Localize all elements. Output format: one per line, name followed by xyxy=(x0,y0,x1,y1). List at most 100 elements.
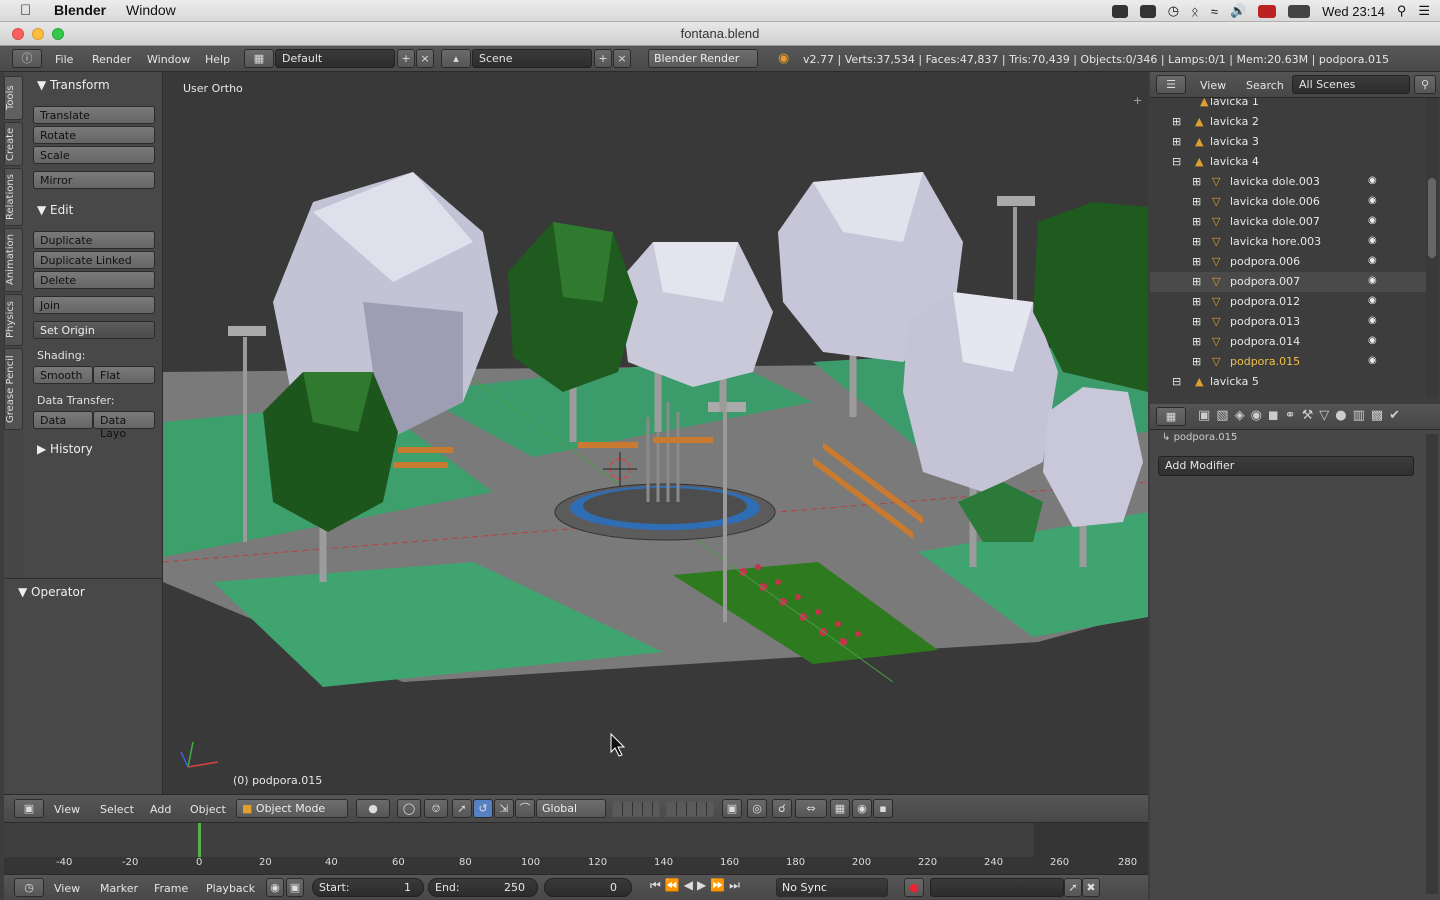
translate-button[interactable]: Translate xyxy=(33,106,155,124)
rotate-manip-icon[interactable]: ↺ xyxy=(473,799,493,818)
wifi-icon[interactable]: ≈ xyxy=(1211,4,1218,19)
properties-editor-icon[interactable]: ▦ xyxy=(1156,407,1186,426)
timeline-menu-marker[interactable]: Marker xyxy=(100,882,138,895)
current-frame-marker[interactable] xyxy=(198,823,201,857)
menu-help[interactable]: Help xyxy=(205,53,230,66)
visibility-eye-icon[interactable]: ◉ xyxy=(1368,295,1377,306)
outliner-row[interactable]: ⊞ ▽ podpora.006 ◉ xyxy=(1150,252,1426,272)
manipulator-icon[interactable]: ⎊ xyxy=(424,799,448,818)
visibility-eye-icon[interactable]: ◉ xyxy=(1368,175,1377,186)
set-origin-select[interactable]: Set Origin xyxy=(33,321,155,339)
scene-render[interactable] xyxy=(163,72,1148,794)
visibility-eye-icon[interactable]: ◉ xyxy=(1368,255,1377,266)
outliner-row[interactable]: ⊞ ▽ podpora.007 ◉ xyxy=(1150,272,1426,292)
current-frame-field[interactable]: 0 xyxy=(544,878,632,897)
timeline-menu-playback[interactable]: Playback xyxy=(206,882,255,895)
outliner-menu-view[interactable]: View xyxy=(1200,79,1226,92)
visibility-eye-icon[interactable]: ◉ xyxy=(1368,235,1377,246)
scale-button[interactable]: Scale xyxy=(33,146,155,164)
outliner-rows[interactable]: ▲ lavicka 1 ⊞ ▲ lavicka 2 ⊞ ▲ lavicka 3 ⊟ ▲ lav… xyxy=(1150,98,1440,400)
time-machine-icon[interactable]: ◷ xyxy=(1168,3,1179,19)
timeline-ruler[interactable] xyxy=(4,857,1148,875)
object-menu[interactable]: Object xyxy=(190,803,226,816)
render-anim-icon[interactable]: ▪ xyxy=(873,799,893,818)
end-frame-field[interactable]: End: 250 xyxy=(428,878,538,897)
keying-icon[interactable]: ◉ xyxy=(266,878,284,897)
tab-create[interactable]: Create xyxy=(4,122,23,166)
arc-icon[interactable]: ⌒ xyxy=(515,799,535,818)
flat-button[interactable]: Flat xyxy=(93,366,155,384)
join-button[interactable]: Join xyxy=(33,296,155,314)
transform-panel-header[interactable]: ▼ Transform xyxy=(37,78,110,92)
outliner-scrollbar[interactable] xyxy=(1426,98,1438,398)
outliner-row[interactable]: ⊞ ▽ lavicka dole.003 ◉ xyxy=(1150,172,1426,192)
smooth-button[interactable]: Smooth xyxy=(33,366,93,384)
viewport-shading-icon[interactable]: ● xyxy=(356,799,390,818)
snap-icon[interactable]: ☌ xyxy=(772,799,792,818)
menu-window[interactable]: Window xyxy=(147,53,190,66)
outliner-filter-select[interactable]: All Scenes xyxy=(1292,75,1410,94)
add-layout-icon[interactable]: + xyxy=(397,49,415,68)
scrollbar-thumb[interactable] xyxy=(1428,178,1436,258)
notification-icon[interactable]: ☰ xyxy=(1418,3,1430,19)
lock-layer-icon[interactable]: ▣ xyxy=(722,799,742,818)
menu-file[interactable]: File xyxy=(55,53,73,66)
menu-render[interactable]: Render xyxy=(92,53,131,66)
translate-manip-icon[interactable]: ➚ xyxy=(452,799,472,818)
duplicate-linked-button[interactable]: Duplicate Linked xyxy=(33,251,155,269)
layers-grid-2[interactable] xyxy=(666,801,714,817)
layers-grid-1[interactable] xyxy=(612,801,660,817)
bluetooth-icon[interactable]: ᛟ xyxy=(1191,4,1199,19)
add-modifier-select[interactable]: Add Modifier xyxy=(1158,456,1414,476)
outliner-menu-search[interactable]: Search xyxy=(1246,79,1284,92)
select-menu[interactable]: Select xyxy=(100,803,134,816)
viewport-plus-icon[interactable]: + xyxy=(1133,94,1142,107)
outliner-row[interactable]: ⊞ ▲ lavicka 3 xyxy=(1150,132,1426,152)
timeline[interactable]: -40 -20 0 20 40 60 80 100 120 140 160 18… xyxy=(4,822,1148,875)
timeline-menu-view[interactable]: View xyxy=(54,882,80,895)
window-menu[interactable]: Window xyxy=(126,2,176,18)
outliner-row[interactable]: ⊞ ▽ lavicka dole.007 ◉ xyxy=(1150,212,1426,232)
keying-set-field[interactable] xyxy=(930,878,1064,897)
visibility-eye-icon[interactable]: ◉ xyxy=(1368,315,1377,326)
layout-icon[interactable]: ▦ xyxy=(244,49,274,68)
apple-icon[interactable]:  xyxy=(20,2,31,19)
record-icon[interactable]: ● xyxy=(904,878,924,897)
delete-key-icon[interactable]: ✖ xyxy=(1082,878,1100,897)
delete-button[interactable]: Delete xyxy=(33,271,155,289)
add-scene-icon[interactable]: + xyxy=(594,49,612,68)
visibility-eye-icon[interactable]: ◉ xyxy=(1368,335,1377,346)
property-context-icons[interactable]: ▣▧◈◉◼⚭⚒▽●▥▩✔ xyxy=(1198,408,1406,423)
scene-field[interactable]: Scene xyxy=(472,49,592,68)
visibility-eye-icon[interactable]: ◉ xyxy=(1368,275,1377,286)
clock[interactable]: Wed 23:14 xyxy=(1322,4,1385,19)
lock-icon[interactable]: ▣ xyxy=(286,878,304,897)
render-still-icon[interactable]: ◉ xyxy=(852,799,872,818)
layout-field[interactable]: Default xyxy=(275,49,395,68)
3d-viewport[interactable]: User Ortho (0) podpora.015 + xyxy=(163,72,1148,794)
sync-select[interactable]: No Sync xyxy=(776,878,888,897)
outliner-row[interactable]: ⊞ ▽ podpora.013 ◉ xyxy=(1150,312,1426,332)
scene-icon[interactable]: ▴ xyxy=(441,49,471,68)
tab-physics[interactable]: Physics xyxy=(4,294,23,346)
add-menu[interactable]: Add xyxy=(150,803,171,816)
outliner-row[interactable]: ▲ lavicka 1 xyxy=(1150,98,1426,112)
outliner-editor-icon[interactable]: ☰ xyxy=(1156,75,1186,94)
tab-relations[interactable]: Relations xyxy=(4,168,23,226)
data-layout-button[interactable]: Data Layo xyxy=(93,411,155,440)
tab-tools[interactable]: Tools xyxy=(4,76,23,120)
battery-icon[interactable] xyxy=(1288,4,1311,18)
outliner-row[interactable]: ⊞ ▲ lavicka 2 xyxy=(1150,112,1426,132)
timeline-menu-frame[interactable]: Frame xyxy=(154,882,188,895)
volume-icon[interactable]: 🔊 xyxy=(1230,3,1246,19)
snap-target-icon[interactable]: ▦ xyxy=(830,799,850,818)
playback-controls[interactable]: ⏮⏪◀▶⏩⏭ xyxy=(650,878,744,893)
app-menu[interactable]: Blender xyxy=(54,2,106,18)
outliner-row[interactable]: ⊞ ▽ podpora.012 ◉ xyxy=(1150,292,1426,312)
remove-scene-icon[interactable]: × xyxy=(613,49,631,68)
edit-panel-header[interactable]: ▼ Edit xyxy=(37,203,73,217)
timeline-editor-icon[interactable]: ◷ xyxy=(14,878,44,897)
spotlight-icon[interactable]: ⚲ xyxy=(1397,3,1407,19)
visibility-eye-icon[interactable]: ◉ xyxy=(1368,215,1377,226)
insert-key-icon[interactable]: ➚ xyxy=(1064,878,1082,897)
